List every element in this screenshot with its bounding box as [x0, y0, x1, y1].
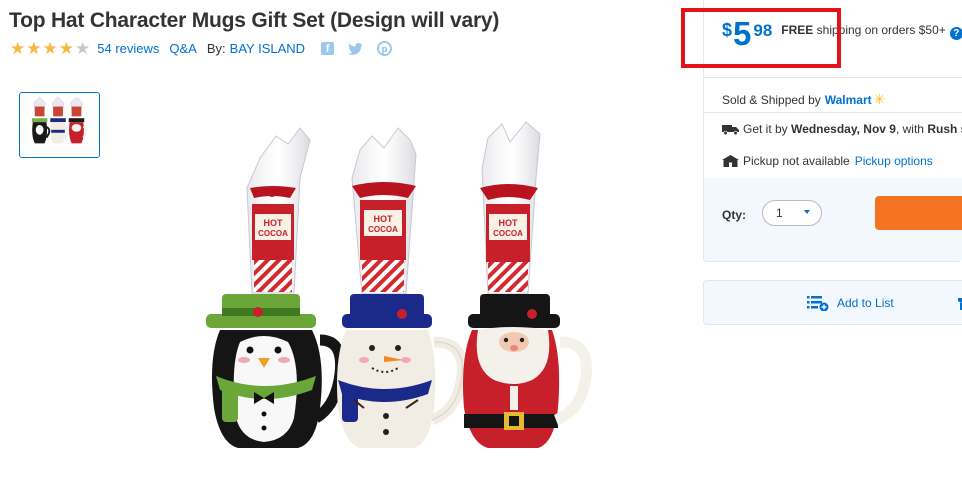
qty-label: Qty:: [722, 208, 746, 222]
character-mugs-photo: HOT COCOA HOT COCOA HOT COCOA: [206, 121, 592, 448]
star-icon: ★: [42, 39, 58, 58]
svg-text:COCOA: COCOA: [258, 229, 288, 238]
brand-link[interactable]: BAY ISLAND: [230, 41, 305, 56]
product-thumbnail[interactable]: [19, 92, 100, 158]
add-to-cart-button[interactable]: [875, 196, 962, 230]
quantity-value: 1: [776, 206, 783, 220]
thumbnail-mugs-image: [20, 93, 99, 157]
add-list-icon: [807, 296, 829, 311]
store-icon: [722, 155, 739, 167]
product-meta-row: ★ ★ ★ ★ ★ 54 reviews Q&A By: BAY ISLAND …: [10, 40, 393, 57]
snowman-mug: HOT COCOA: [337, 127, 468, 448]
sold-by-row: Sold & Shipped by Walmart ✳: [722, 91, 885, 108]
pickup-row: Pickup not available Pickup options: [722, 154, 933, 168]
qa-link[interactable]: Q&A: [169, 41, 196, 56]
sold-by-label: Sold & Shipped by: [722, 92, 821, 107]
divider: [704, 77, 962, 78]
svg-text:HOT: HOT: [374, 214, 394, 224]
penguin-mug: HOT COCOA: [206, 127, 347, 448]
walmart-spark-icon: ✳: [873, 91, 886, 107]
star-icon: ★: [26, 39, 42, 58]
list-actions: Add to List: [703, 280, 962, 325]
svg-text:COCOA: COCOA: [493, 229, 523, 238]
add-to-list-label: Add to List: [837, 296, 894, 310]
truck-icon: [722, 124, 739, 135]
santa-mug: HOT COCOA: [463, 121, 592, 448]
twitter-icon[interactable]: [348, 42, 363, 55]
product-main-image[interactable]: HOT COCOA HOT COCOA HOT COCOA: [192, 118, 612, 460]
divider: [704, 112, 962, 113]
pickup-options-link[interactable]: Pickup options: [855, 154, 933, 168]
svg-text:HOT: HOT: [499, 218, 519, 228]
product-title: Top Hat Character Mugs Gift Set (Design …: [9, 9, 500, 32]
pickup-status: Pickup not available: [743, 154, 850, 168]
add-to-cart-area: Qty: 1: [704, 178, 962, 261]
star-icon: ★: [10, 39, 26, 58]
facebook-icon[interactable]: f: [321, 42, 335, 55]
chevron-down-icon: [804, 210, 810, 214]
star-icon: ★: [58, 39, 74, 58]
gift-icon[interactable]: [958, 296, 962, 310]
price-highlight-box: [681, 8, 841, 68]
svg-text:COCOA: COCOA: [368, 225, 398, 234]
rating-stars[interactable]: ★ ★ ★ ★ ★: [10, 40, 90, 57]
help-icon[interactable]: ?: [949, 27, 962, 40]
product-page: Top Hat Character Mugs Gift Set (Design …: [0, 0, 962, 502]
star-empty-icon: ★: [75, 39, 91, 58]
delivery-date: Wednesday, Nov 9: [791, 122, 896, 136]
quantity-select[interactable]: 1: [762, 200, 822, 226]
delivery-row: Get it by Wednesday, Nov 9, with Rush sh: [722, 122, 962, 136]
add-to-list-button[interactable]: Add to List: [807, 295, 894, 311]
pinterest-icon[interactable]: p: [377, 41, 393, 56]
seller-link[interactable]: Walmart: [825, 93, 872, 107]
reviews-link[interactable]: 54 reviews: [97, 41, 159, 56]
by-label: By:: [206, 41, 226, 56]
social-share: f p: [321, 41, 393, 56]
svg-text:HOT: HOT: [264, 218, 284, 228]
